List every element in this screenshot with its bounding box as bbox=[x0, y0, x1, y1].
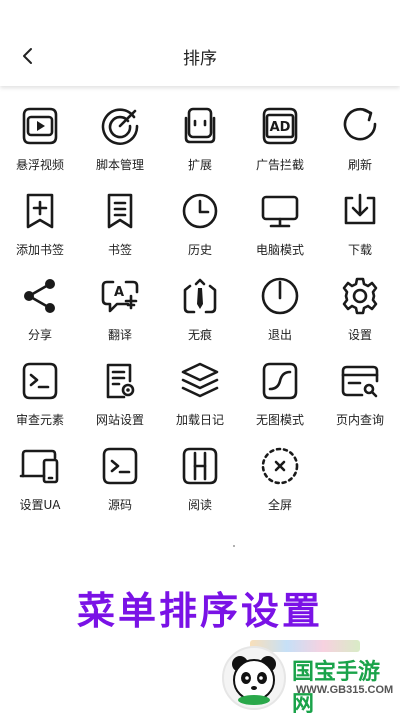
svg-text:AD: AD bbox=[270, 120, 291, 135]
menu-item-label: 分享 bbox=[27, 328, 52, 342]
menu-item-find-in-page[interactable]: 页内查询 bbox=[320, 359, 400, 444]
menu-item-label: 历史 bbox=[187, 243, 212, 257]
menu-item-extension[interactable]: 扩展 bbox=[160, 104, 240, 189]
menu-item-bookmark[interactable]: 书签 bbox=[80, 189, 160, 274]
add-bookmark-icon bbox=[26, 193, 54, 229]
floating-video-icon bbox=[22, 107, 58, 145]
svg-text:A: A bbox=[114, 285, 124, 300]
watermark-url: WWW.GB315.COM bbox=[296, 684, 394, 696]
panda-logo-icon bbox=[222, 646, 286, 710]
menu-item-reader[interactable]: 阅读 bbox=[160, 444, 240, 529]
menu-item-label: 源码 bbox=[107, 498, 132, 512]
menu-item-label: 退出 bbox=[267, 328, 292, 342]
menu-item-label: 全屏 bbox=[267, 498, 292, 512]
menu-item-no-image-mode[interactable]: 无图模式 bbox=[240, 359, 320, 444]
menu-item-incognito[interactable]: 无痕 bbox=[160, 274, 240, 359]
menu-item-label: 刷新 bbox=[347, 158, 372, 172]
menu-item-set-ua[interactable]: 设置UA bbox=[0, 444, 80, 529]
source-code-icon bbox=[102, 447, 138, 485]
menu-item-site-settings[interactable]: 网站设置 bbox=[80, 359, 160, 444]
menu-item-label: 无痕 bbox=[187, 328, 212, 342]
menu-item-script[interactable]: 脚本管理 bbox=[80, 104, 160, 189]
menu-item-label: 电脑模式 bbox=[255, 243, 304, 257]
menu-item-settings[interactable]: 设置 bbox=[320, 274, 400, 359]
menu-item-desktop-mode[interactable]: 电脑模式 bbox=[240, 189, 320, 274]
share-icon bbox=[24, 279, 55, 313]
menu-item-share[interactable]: 分享 bbox=[0, 274, 80, 359]
translate-icon: A bbox=[101, 280, 139, 313]
menu-item-label: 翻译 bbox=[107, 328, 132, 342]
user-agent-icon bbox=[19, 449, 59, 484]
download-icon bbox=[344, 193, 376, 225]
no-image-icon bbox=[262, 362, 298, 400]
menu-item-translate[interactable]: A 翻译 bbox=[80, 274, 160, 359]
menu-grid: 悬浮视频 脚本管理 扩展 AD 广告拦截 刷新 添加书签 书签 历史 电脑模式 … bbox=[0, 104, 400, 529]
ad-block-icon: AD bbox=[262, 107, 298, 145]
bookmark-icon bbox=[107, 193, 133, 229]
menu-item-source-code[interactable]: 源码 bbox=[80, 444, 160, 529]
menu-item-floating-video[interactable]: 悬浮视频 bbox=[0, 104, 80, 189]
menu-item-label: 广告拦截 bbox=[255, 158, 304, 172]
menu-item-label: 书签 bbox=[107, 243, 132, 257]
menu-item-label: 网站设置 bbox=[95, 413, 144, 427]
menu-item-label: 页内查询 bbox=[335, 413, 384, 427]
menu-item-label: 悬浮视频 bbox=[15, 158, 64, 172]
menu-item-label: 审查元素 bbox=[15, 413, 64, 427]
menu-item-download[interactable]: 下载 bbox=[320, 189, 400, 274]
menu-item-ad-block[interactable]: AD 广告拦截 bbox=[240, 104, 320, 189]
script-icon bbox=[101, 108, 139, 145]
menu-item-load-log[interactable]: 加载日记 bbox=[160, 359, 240, 444]
gear-icon bbox=[342, 277, 378, 315]
menu-item-refresh[interactable]: 刷新 bbox=[320, 104, 400, 189]
decorative-dot bbox=[233, 545, 235, 547]
menu-item-label: 扩展 bbox=[187, 158, 212, 172]
incognito-icon bbox=[183, 278, 217, 314]
menu-item-fullscreen[interactable]: 全屏 bbox=[240, 444, 320, 529]
menu-item-label: 设置UA bbox=[19, 498, 61, 512]
reader-icon bbox=[182, 447, 218, 485]
site-settings-icon bbox=[106, 363, 135, 399]
menu-item-inspect-element[interactable]: 审查元素 bbox=[0, 359, 80, 444]
history-icon bbox=[182, 193, 218, 229]
menu-item-add-bookmark[interactable]: 添加书签 bbox=[0, 189, 80, 274]
promo-banner-text: 菜单排序设置 bbox=[76, 589, 323, 633]
menu-item-exit[interactable]: 退出 bbox=[240, 274, 320, 359]
page-title: 排序 bbox=[183, 49, 217, 69]
menu-item-label: 阅读 bbox=[187, 498, 212, 512]
menu-item-label: 添加书签 bbox=[15, 243, 64, 257]
menu-item-label: 下载 bbox=[347, 243, 372, 257]
watermark: 国宝手游网 WWW.GB315.COM bbox=[222, 640, 400, 717]
desktop-icon bbox=[261, 195, 299, 228]
menu-item-label: 加载日记 bbox=[175, 413, 224, 427]
menu-item-label: 无图模式 bbox=[255, 413, 304, 427]
fullscreen-icon bbox=[261, 447, 299, 485]
refresh-icon bbox=[343, 107, 377, 141]
menu-item-label: 脚本管理 bbox=[95, 158, 144, 172]
layers-icon bbox=[181, 362, 219, 398]
top-bar: 排序 bbox=[0, 0, 400, 86]
power-icon bbox=[261, 277, 299, 315]
inspect-icon bbox=[22, 362, 58, 400]
find-in-page-icon bbox=[341, 365, 379, 398]
menu-item-history[interactable]: 历史 bbox=[160, 189, 240, 274]
menu-item-label: 设置 bbox=[347, 328, 372, 342]
extension-icon bbox=[184, 107, 216, 144]
